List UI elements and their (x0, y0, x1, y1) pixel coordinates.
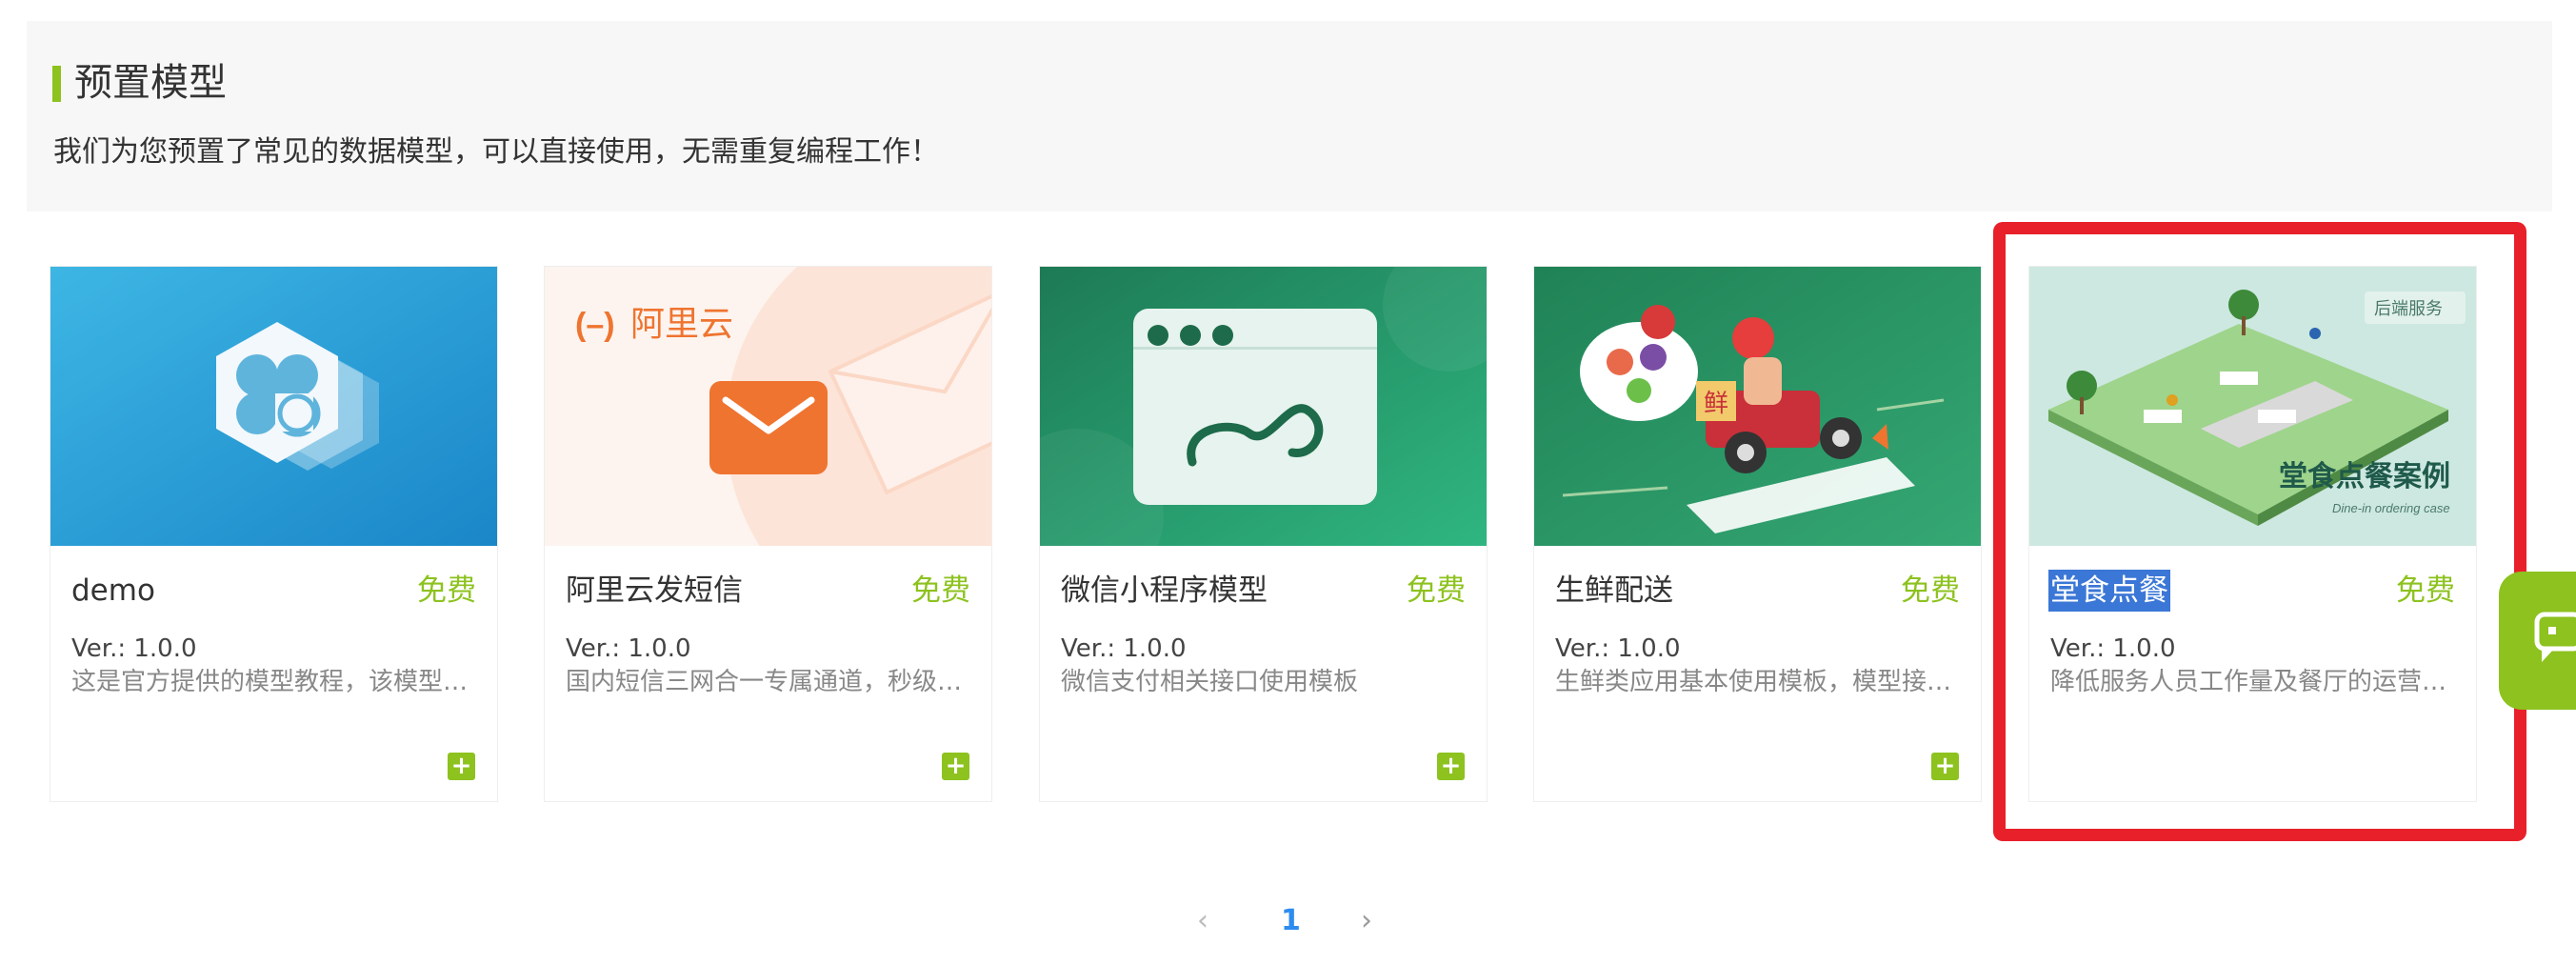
price-badge: 免费 (1901, 573, 1960, 608)
add-button[interactable]: + (448, 753, 475, 780)
price-badge: 免费 (1407, 573, 1466, 608)
mini-program-window-icon (1040, 267, 1487, 546)
prev-page-button[interactable]: ‹ (1197, 899, 1208, 943)
next-page-button[interactable]: › (1361, 899, 1372, 943)
svg-text:阿里云: 阿里云 (630, 305, 733, 344)
highlight-box (1993, 222, 2526, 841)
chat-widget-button[interactable] (2499, 572, 2576, 710)
card-name: 生鲜配送 (1555, 573, 1673, 608)
svg-text:(–): (–) (575, 307, 615, 343)
delivery-scooter-icon: 鲜 (1534, 267, 1981, 546)
clover-hexagon-icon (50, 267, 497, 546)
model-card-aliyun-sms[interactable]: (–) 阿里云 阿里云发短信 免费 Ver.: 1.0.0 国内短信三网合一专属… (544, 266, 992, 802)
card-name: demo (71, 573, 155, 608)
card-name: 阿里云发短信 (566, 573, 743, 608)
section-subtitle: 我们为您预置了常见的数据模型，可以直接使用，无需重复编程工作！ (53, 135, 939, 169)
card-thumbnail: (–) 阿里云 (545, 267, 991, 546)
add-button[interactable]: + (1931, 753, 1959, 780)
card-description: 微信支付相关接口使用模板 (1061, 668, 1359, 696)
card-thumbnail (1040, 267, 1487, 546)
model-card-wechat-mini[interactable]: 微信小程序模型 免费 Ver.: 1.0.0 微信支付相关接口使用模板 + (1039, 266, 1488, 802)
card-version: Ver.: 1.0.0 (71, 634, 197, 663)
price-badge: 免费 (911, 573, 970, 608)
envelope-icon: (–) 阿里云 (545, 267, 991, 546)
title-accent-bar (52, 66, 61, 102)
section-header: 预置模型 我们为您预置了常见的数据模型，可以直接使用，无需重复编程工作！ (27, 21, 2552, 211)
card-version: Ver.: 1.0.0 (1061, 634, 1187, 663)
svg-text:鲜: 鲜 (1704, 390, 1728, 418)
price-badge: 免费 (417, 573, 476, 608)
add-button[interactable]: + (1437, 753, 1465, 780)
card-description: 国内短信三网合一专属通道，秒级… (566, 668, 963, 696)
section-title: 预置模型 (74, 61, 227, 105)
card-version: Ver.: 1.0.0 (566, 634, 691, 663)
card-description: 生鲜类应用基本使用模板，模型接… (1555, 668, 1952, 696)
card-name: 微信小程序模型 (1061, 573, 1268, 608)
model-card-fresh-delivery[interactable]: 鲜 生鲜配送 免费 Ver.: 1.0.0 生鲜类应用基本使用模板，模型接… + (1533, 266, 1982, 802)
model-card-demo[interactable]: demo 免费 Ver.: 1.0.0 这是官方提供的模型教程，该模型… + (50, 266, 498, 802)
card-description: 这是官方提供的模型教程，该模型… (71, 668, 469, 696)
card-version: Ver.: 1.0.0 (1555, 634, 1681, 663)
page-number-current[interactable]: 1 (1281, 899, 1301, 943)
chat-bubble-icon (2534, 612, 2576, 662)
add-button[interactable]: + (942, 753, 969, 780)
card-thumbnail (50, 267, 497, 546)
card-thumbnail: 鲜 (1534, 267, 1981, 546)
